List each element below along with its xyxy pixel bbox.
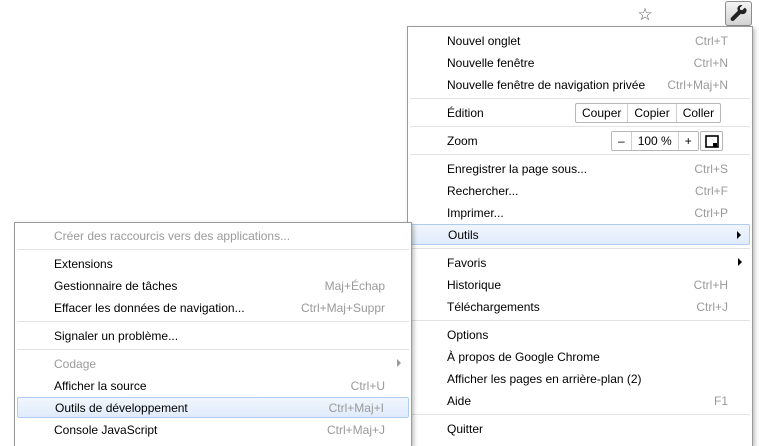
zoom-in-button[interactable]: + xyxy=(677,132,698,150)
submenu-arrow-icon xyxy=(397,359,401,367)
zoom-control: – 100 % + xyxy=(611,131,699,151)
menu-item-view-source[interactable]: Afficher la source Ctrl+U xyxy=(17,375,409,396)
edit-button-group: Couper Copier Coller xyxy=(575,103,722,123)
menu-item-find[interactable]: Rechercher... Ctrl+F xyxy=(410,180,750,201)
zoom-level: 100 % xyxy=(630,132,678,150)
menu-item-downloads[interactable]: Téléchargements Ctrl+J xyxy=(410,296,750,317)
menu-item-developer-tools[interactable]: Outils de développement Ctrl+Maj+I xyxy=(17,397,409,418)
menu-item-create-app-shortcuts: Créer des raccourcis vers des applicatio… xyxy=(17,225,409,246)
menu-item-about[interactable]: À propos de Google Chrome xyxy=(410,346,750,367)
tools-label: Outils xyxy=(448,227,479,242)
quit-label: Quitter xyxy=(447,421,484,436)
print-shortcut: Ctrl+P xyxy=(694,205,728,220)
fullscreen-icon xyxy=(704,134,719,148)
downloads-label: Téléchargements xyxy=(447,299,540,314)
history-label: Historique xyxy=(447,277,502,292)
menu-item-print[interactable]: Imprimer... Ctrl+P xyxy=(410,202,750,223)
history-shortcut: Ctrl+H xyxy=(693,277,728,292)
help-label: Aide xyxy=(447,393,472,408)
menu-item-background-pages[interactable]: Afficher les pages en arrière-plan (2) xyxy=(410,368,750,389)
report-issue-label: Signaler un problème... xyxy=(54,328,179,343)
new-window-label: Nouvelle fenêtre xyxy=(447,55,535,70)
menu-separator xyxy=(17,349,409,350)
clear-data-label: Effacer les données de navigation... xyxy=(54,300,245,315)
fullscreen-button[interactable] xyxy=(700,131,723,151)
menu-item-javascript-console[interactable]: Console JavaScript Ctrl+Maj+J xyxy=(17,419,409,440)
new-window-shortcut: Ctrl+N xyxy=(693,55,728,70)
about-label: À propos de Google Chrome xyxy=(447,349,600,364)
tools-submenu: Créer des raccourcis vers des applicatio… xyxy=(14,222,412,446)
new-incognito-label: Nouvelle fenêtre de navigation privée xyxy=(447,77,646,92)
menu-item-save-page[interactable]: Enregistrer la page sous... Ctrl+S xyxy=(410,158,750,179)
menu-item-bookmarks[interactable]: Favoris xyxy=(410,252,750,273)
menu-item-extensions[interactable]: Extensions xyxy=(17,253,409,274)
menu-separator xyxy=(410,414,750,415)
find-shortcut: Ctrl+F xyxy=(695,183,728,198)
background-pages-label: Afficher les pages en arrière-plan (2) xyxy=(447,371,642,386)
menu-item-new-tab[interactable]: Nouvel onglet Ctrl+T xyxy=(410,30,750,51)
task-manager-shortcut: Maj+Échap xyxy=(324,278,385,293)
task-manager-label: Gestionnaire de tâches xyxy=(54,278,178,293)
chrome-main-menu: Nouvel onglet Ctrl+T Nouvelle fenêtre Ct… xyxy=(407,26,753,446)
js-console-shortcut: Ctrl+Maj+J xyxy=(326,422,385,437)
menu-separator xyxy=(410,248,750,249)
encoding-label: Codage xyxy=(54,356,97,371)
new-tab-label: Nouvel onglet xyxy=(447,33,521,48)
bookmarks-label: Favoris xyxy=(447,255,487,270)
menu-item-help[interactable]: Aide F1 xyxy=(410,390,750,411)
menu-separator xyxy=(17,321,409,322)
dev-tools-shortcut: Ctrl+Maj+I xyxy=(328,400,384,415)
new-incognito-shortcut: Ctrl+Maj+N xyxy=(667,77,728,92)
menu-item-zoom: Zoom – 100 % + xyxy=(410,130,750,151)
options-label: Options xyxy=(447,327,489,342)
paste-button[interactable]: Coller xyxy=(675,104,720,122)
cut-button[interactable]: Couper xyxy=(576,104,627,122)
submenu-arrow-icon xyxy=(738,258,742,266)
print-label: Imprimer... xyxy=(447,205,504,220)
find-label: Rechercher... xyxy=(447,183,519,198)
js-console-label: Console JavaScript xyxy=(54,422,158,437)
menu-item-encoding: Codage xyxy=(17,353,409,374)
copy-button[interactable]: Copier xyxy=(627,104,675,122)
view-source-label: Afficher la source xyxy=(54,378,147,393)
menu-item-quit[interactable]: Quitter xyxy=(410,418,750,439)
menu-item-new-incognito-window[interactable]: Nouvelle fenêtre de navigation privée Ct… xyxy=(410,74,750,95)
menu-item-report-issue[interactable]: Signaler un problème... xyxy=(17,325,409,346)
menu-separator xyxy=(17,249,409,250)
menu-item-tools[interactable]: Outils xyxy=(410,224,750,245)
menu-item-clear-browsing-data[interactable]: Effacer les données de navigation... Ctr… xyxy=(17,297,409,318)
wrench-icon xyxy=(730,5,747,22)
star-icon[interactable]: ☆ xyxy=(634,3,656,25)
save-page-shortcut: Ctrl+S xyxy=(694,161,728,176)
zoom-out-button[interactable]: – xyxy=(612,132,631,150)
help-shortcut: F1 xyxy=(713,393,728,408)
menu-item-edit: Édition Couper Copier Coller xyxy=(410,102,750,123)
menu-item-task-manager[interactable]: Gestionnaire de tâches Maj+Échap xyxy=(17,275,409,296)
new-tab-shortcut: Ctrl+T xyxy=(695,33,728,48)
view-source-shortcut: Ctrl+U xyxy=(350,378,385,393)
extensions-label: Extensions xyxy=(54,256,113,271)
menu-item-options[interactable]: Options xyxy=(410,324,750,345)
menu-item-new-window[interactable]: Nouvelle fenêtre Ctrl+N xyxy=(410,52,750,73)
wrench-menu-button[interactable] xyxy=(725,1,752,26)
menu-separator xyxy=(410,320,750,321)
menu-item-history[interactable]: Historique Ctrl+H xyxy=(410,274,750,295)
clear-data-shortcut: Ctrl+Maj+Suppr xyxy=(300,300,385,315)
menu-separator xyxy=(410,98,750,99)
menu-separator xyxy=(410,154,750,155)
create-shortcuts-label: Créer des raccourcis vers des applicatio… xyxy=(54,228,291,243)
menu-separator xyxy=(410,126,750,127)
save-page-label: Enregistrer la page sous... xyxy=(447,161,588,176)
downloads-shortcut: Ctrl+J xyxy=(696,299,728,314)
dev-tools-label: Outils de développement xyxy=(55,400,188,415)
submenu-arrow-icon xyxy=(737,231,741,239)
